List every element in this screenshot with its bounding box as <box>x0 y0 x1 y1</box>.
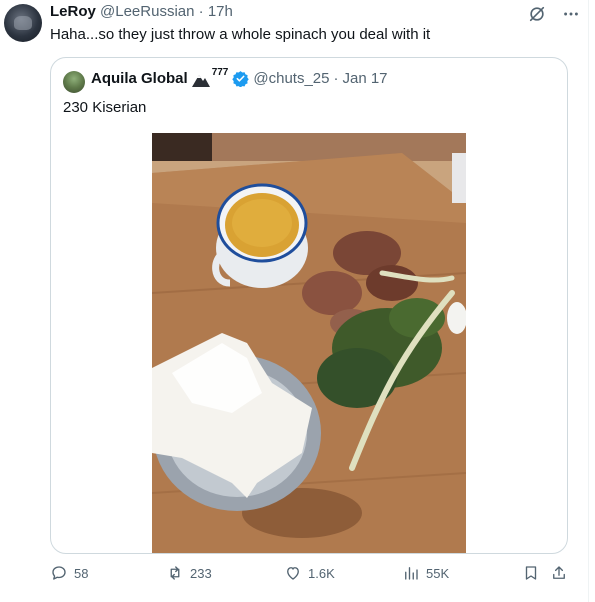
like-icon <box>287 567 299 580</box>
reply-icon <box>52 566 66 580</box>
views-button[interactable]: 55K <box>402 564 449 582</box>
author-handle[interactable]: @LeeRussian <box>100 3 194 20</box>
author-name[interactable]: LeRoy <box>50 3 96 20</box>
bookmark-icon <box>525 566 537 580</box>
quoted-author-name[interactable]: Aquila Global <box>91 70 188 87</box>
quoted-text: 230 Kiserian <box>63 99 147 116</box>
grok-icon[interactable] <box>527 4 547 24</box>
action-bar: 58 233 1.6K 55K <box>50 564 570 588</box>
food-photo[interactable] <box>152 133 466 553</box>
mountain-emoji-icon <box>191 71 210 87</box>
views-count: 55K <box>426 565 450 581</box>
separator-dot: · <box>333 70 339 87</box>
top-right-icons <box>527 4 581 24</box>
share-icon <box>553 566 565 579</box>
column-border <box>588 0 589 602</box>
like-count: 1.6K <box>308 565 335 581</box>
quoted-header: Aquila Global 777 @chuts_25 · Jan 17 <box>91 67 388 88</box>
tweet[interactable]: LeRoy @LeeRussian · 17h Haha...so they j… <box>0 0 595 602</box>
quoted-handle[interactable]: @chuts_25 <box>253 70 329 87</box>
separator-dot: · <box>198 3 204 20</box>
more-icon[interactable] <box>561 4 581 24</box>
quoted-avatar[interactable] <box>63 71 85 93</box>
repost-button[interactable]: 233 <box>166 564 212 582</box>
food-photo-drawing <box>152 133 466 553</box>
views-icon <box>405 567 418 580</box>
tweet-time[interactable]: 17h <box>208 3 233 20</box>
emoji-suffix: 777 <box>211 67 229 78</box>
quoted-tweet[interactable]: Aquila Global 777 @chuts_25 · Jan 17 230… <box>50 57 568 554</box>
bookmark-button[interactable] <box>522 564 540 582</box>
verified-icon <box>232 70 250 88</box>
like-button[interactable]: 1.6K <box>284 564 335 582</box>
repost-count: 233 <box>190 565 212 581</box>
tweet-header: LeRoy @LeeRussian · 17h <box>50 3 233 20</box>
repost-icon <box>170 566 180 580</box>
reply-button[interactable]: 58 <box>50 564 88 582</box>
reply-count: 58 <box>74 565 89 581</box>
share-button[interactable] <box>550 564 568 582</box>
avatar[interactable] <box>4 4 42 42</box>
quoted-date[interactable]: Jan 17 <box>342 70 387 87</box>
tweet-text: Haha...so they just throw a whole spinac… <box>50 26 431 43</box>
